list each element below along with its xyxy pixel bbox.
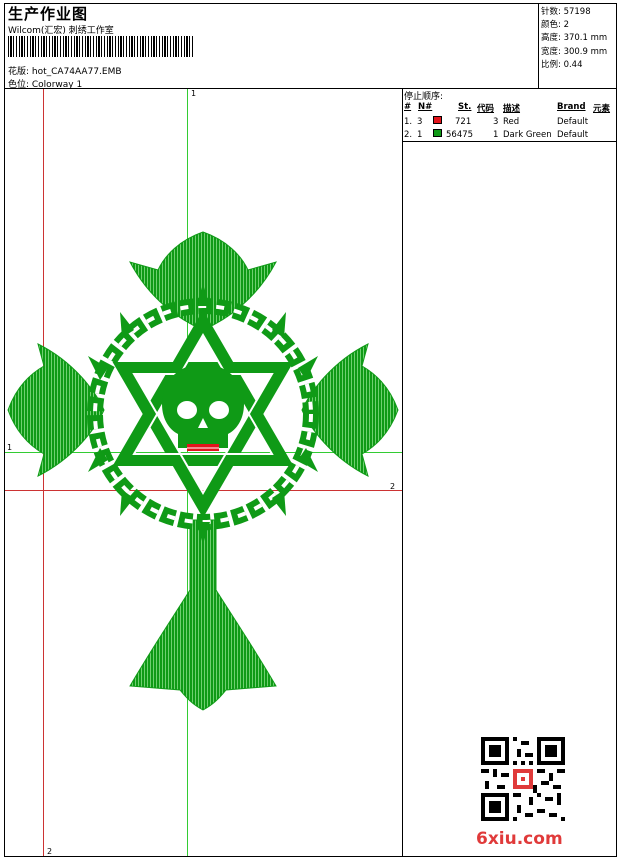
qr-code — [481, 737, 565, 821]
embroidery-design — [7, 231, 399, 711]
watermark: 6xiu.com — [476, 829, 563, 849]
cross-stem — [129, 519, 277, 711]
skull — [162, 364, 244, 451]
